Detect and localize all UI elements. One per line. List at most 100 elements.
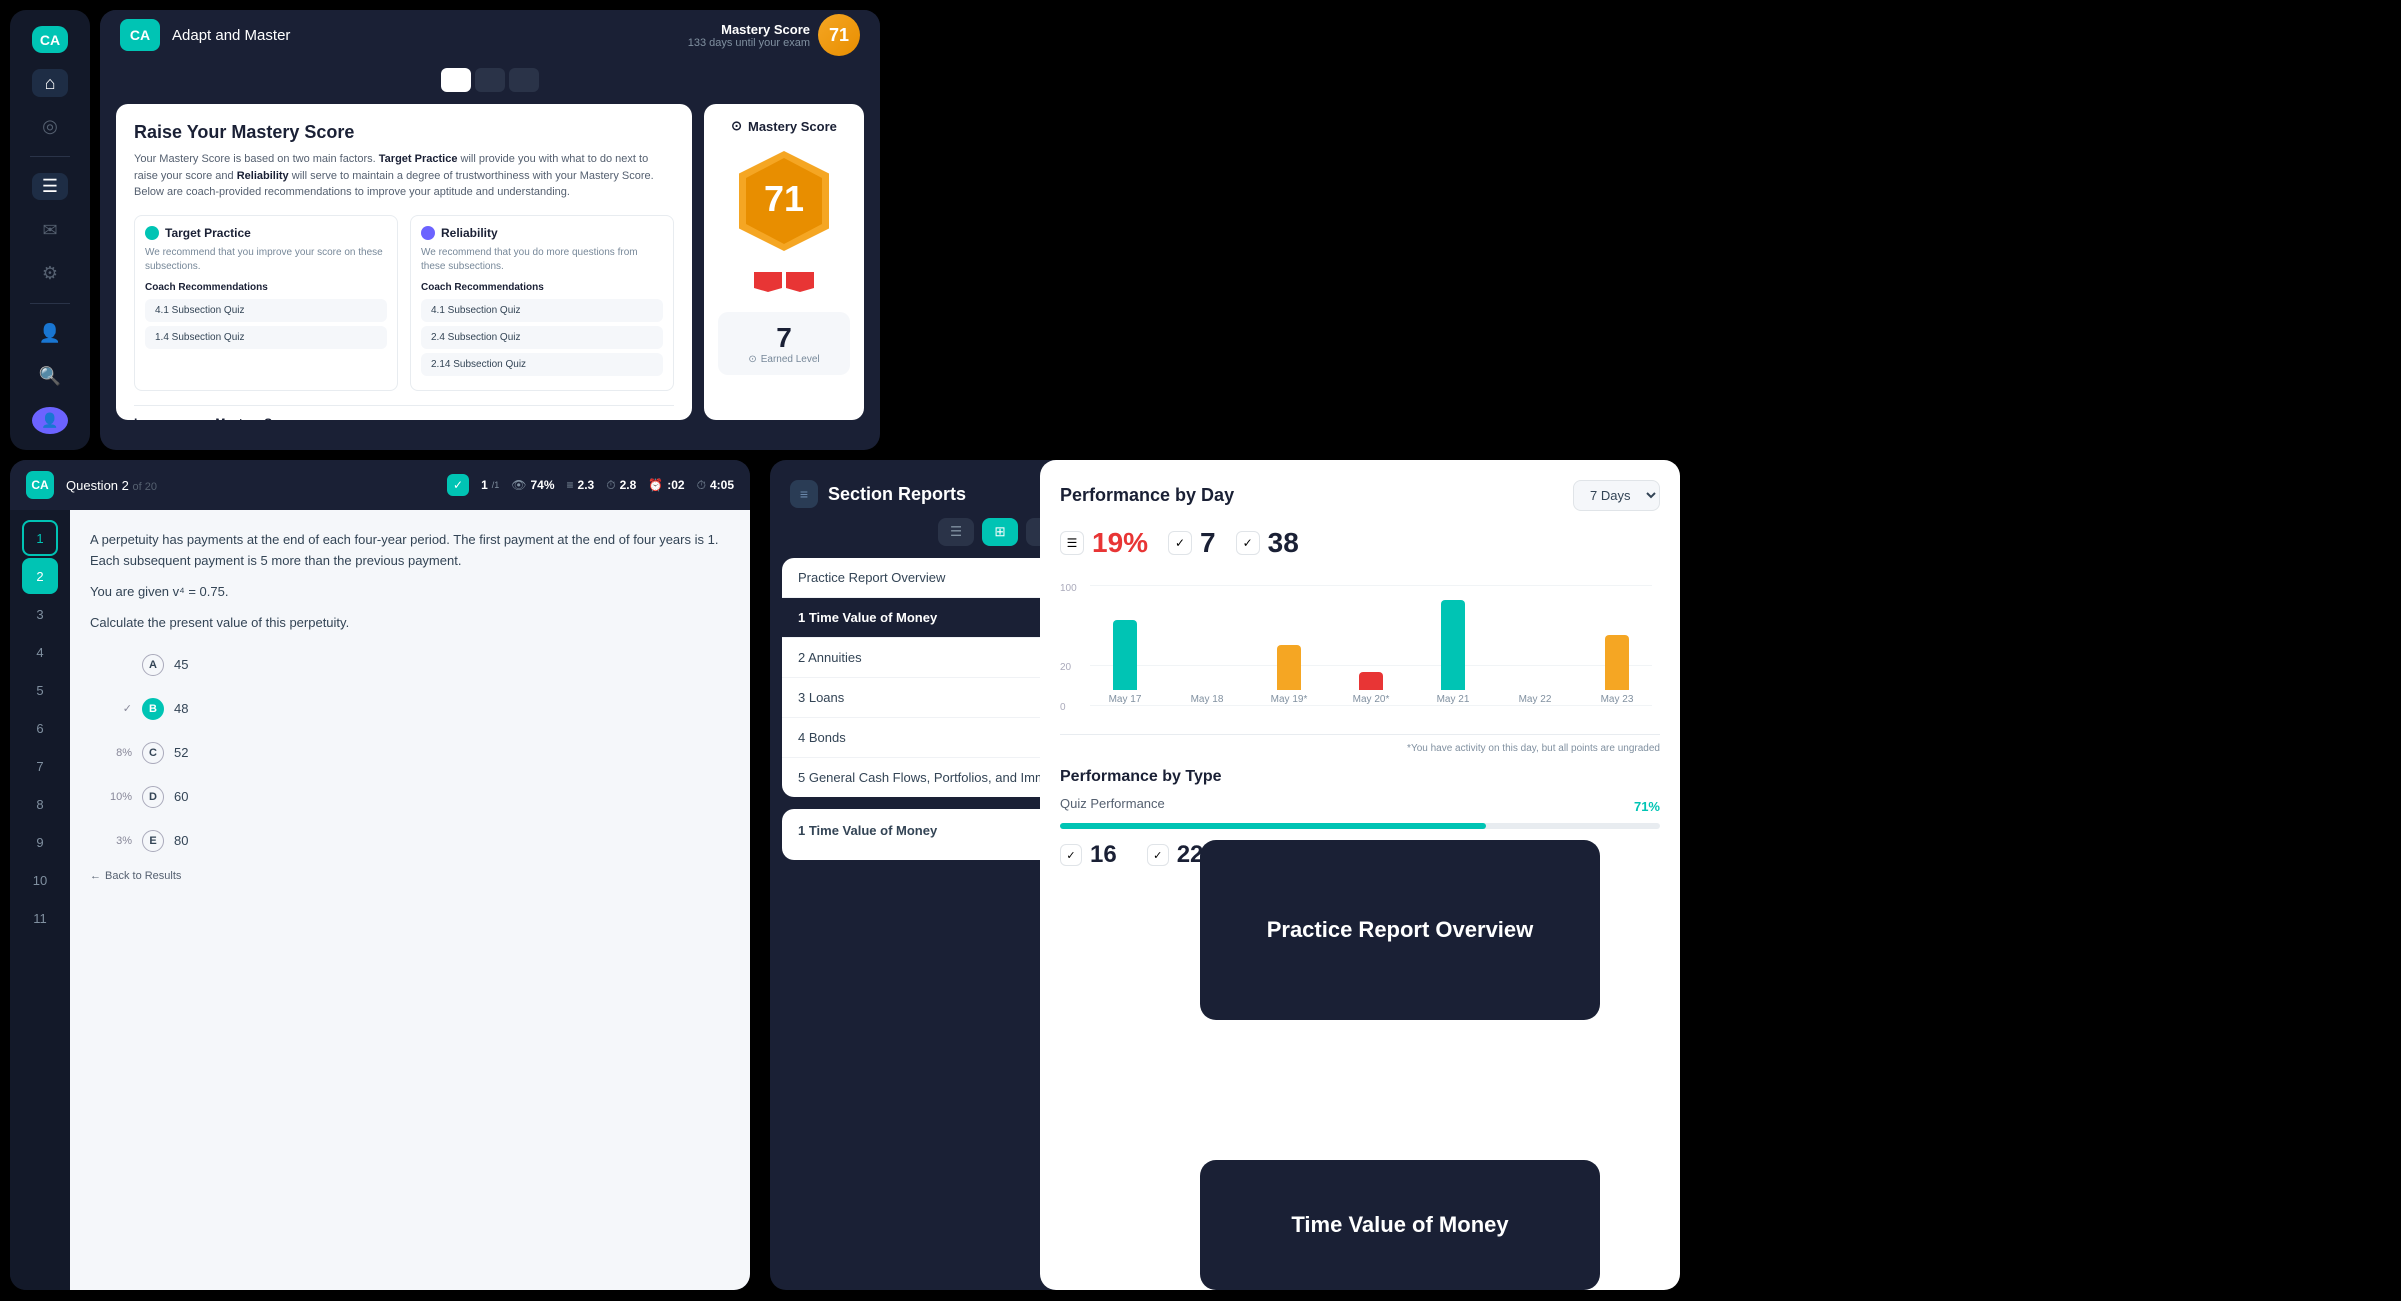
pro-title: Practice Report Overview — [1267, 917, 1534, 943]
ans-label-A: A — [142, 654, 164, 676]
question-ask: Calculate the present value of this perp… — [90, 615, 730, 630]
answer-D[interactable]: 10% D 60 — [90, 778, 730, 816]
target-item-2[interactable]: 1.4 Subsection Quiz — [145, 326, 387, 349]
reliability-item-3[interactable]: 2.14 Subsection Quiz — [421, 353, 663, 376]
question-sub: of 20 — [133, 481, 157, 493]
question-number-sidebar: 1 2 3 4 5 6 7 8 9 10 11 — [10, 510, 70, 1290]
earned-level-icon: ⊙ — [748, 354, 756, 365]
sr-tab-2[interactable]: ⊞ — [982, 518, 1018, 546]
pbs-icon-1: ✓ — [1060, 844, 1082, 866]
target-item-1[interactable]: 4.1 Subsection Quiz — [145, 299, 387, 322]
sidebar-location-icon[interactable]: ◎ — [32, 113, 68, 140]
bar-may20-label: May 20* — [1353, 694, 1390, 705]
q-num-6[interactable]: 6 — [22, 710, 58, 746]
q-num-10[interactable]: 10 — [22, 862, 58, 898]
q-num-1[interactable]: 1 — [22, 520, 58, 556]
raise-title: Raise Your Mastery Score — [134, 122, 674, 143]
bar-may17: May 17 — [1090, 620, 1160, 705]
answer-A[interactable]: A 45 — [90, 646, 730, 684]
bar-may19: May 19* — [1254, 645, 1324, 705]
ans-label-B: B — [142, 698, 164, 720]
mastery-score-sub: 133 days until your exam — [688, 37, 810, 49]
reliability-label: Reliability — [441, 226, 498, 240]
bar-may17-label: May 17 — [1109, 694, 1142, 705]
mastery-score-label: Mastery Score — [688, 22, 810, 37]
reliability-desc: We recommend that you do more questions … — [421, 246, 663, 274]
q-num-7[interactable]: 7 — [22, 748, 58, 784]
stat-fraction: 1/1 — [481, 478, 499, 492]
pbs-val-1: 16 — [1090, 841, 1117, 869]
q-num-9[interactable]: 9 — [22, 824, 58, 860]
q-num-11[interactable]: 11 — [22, 900, 58, 936]
y-label-20: 20 — [1060, 662, 1071, 673]
reliability-item-1[interactable]: 4.1 Subsection Quiz — [421, 299, 663, 322]
y-label-0: 0 — [1060, 702, 1066, 713]
sidebar-home-icon[interactable]: ⌂ — [32, 69, 68, 96]
reliability-item-2[interactable]: 2.4 Subsection Quiz — [421, 326, 663, 349]
adapt-titlebar: CA Adapt and Master Mastery Score 133 da… — [100, 10, 880, 60]
q-num-4[interactable]: 4 — [22, 634, 58, 670]
adapt-title: Adapt and Master — [172, 27, 290, 44]
adapt-content: Raise Your Mastery Score Your Mastery Sc… — [100, 92, 880, 432]
increase-section: Increase your Mastery Score Resume Your … — [134, 405, 674, 421]
chart-note: *You have activity on this day, but all … — [1060, 743, 1660, 754]
sidebar-book-icon[interactable]: ☰ — [32, 173, 68, 200]
sidebar-divider-2 — [30, 303, 70, 304]
y-label-100: 100 — [1060, 583, 1077, 594]
q-num-3[interactable]: 3 — [22, 596, 58, 632]
raise-desc: Your Mastery Score is based on two main … — [134, 151, 674, 201]
sidebar-user-icon[interactable]: 👤 — [32, 320, 68, 347]
sidebar-divider-1 — [30, 156, 70, 157]
question-titlebar: CA Question 2 of 20 ✓ 1/1 👁74% ≡2.3 ⏱2.8… — [10, 460, 750, 510]
sr-tab-1[interactable]: ☰ — [938, 518, 974, 546]
time-value-window: Time Value of Money — [1200, 1160, 1600, 1290]
perf-stat-3-value: 38 — [1268, 527, 1299, 559]
back-to-results[interactable]: ← Back to Results — [90, 870, 730, 882]
sidebar-settings-icon[interactable]: ⚙ — [32, 260, 68, 287]
pbs-2: ✓ 22 — [1147, 841, 1204, 869]
stat-book: ≡2.3 — [567, 478, 595, 492]
sidebar-chat-icon[interactable]: ✉ — [32, 216, 68, 243]
ans-label-C: C — [142, 742, 164, 764]
stat-icon-2: ✓ — [1168, 531, 1192, 555]
answer-C[interactable]: 8% C 52 — [90, 734, 730, 772]
q-brand: CA — [26, 471, 54, 499]
mastery-score-header: Mastery Score 133 days until your exam 7… — [688, 14, 860, 56]
target-practice-label: Target Practice — [165, 226, 251, 240]
chart-area: 100 20 0 May 17 May 18 May 19* May — [1060, 575, 1660, 735]
check-badge: ✓ — [447, 474, 469, 496]
bar-may19-label: May 19* — [1271, 694, 1308, 705]
adapt-tab-1[interactable] — [441, 68, 471, 92]
stat-eye: 👁74% — [511, 478, 554, 492]
sr-header-icon: ≡ — [790, 480, 818, 508]
sidebar-avatar[interactable]: 👤 — [32, 407, 68, 434]
quiz-progress-bar-container — [1060, 823, 1660, 829]
adapt-brand: CA — [120, 19, 160, 51]
q-num-8[interactable]: 8 — [22, 786, 58, 822]
adapt-tab-3[interactable] — [509, 68, 539, 92]
increase-title: Increase your Mastery Score — [134, 416, 674, 421]
days-select[interactable]: 7 Days — [1573, 480, 1660, 511]
stat-clock: ⏱2.8 — [606, 478, 636, 493]
sidebar-search-icon[interactable]: 🔍 — [32, 363, 68, 390]
answer-E[interactable]: 3% E 80 — [90, 822, 730, 860]
recommendations: Target Practice We recommend that you im… — [134, 215, 674, 391]
bar-may20-fill — [1359, 672, 1383, 690]
stat-timer: ⏱4:05 — [697, 478, 734, 493]
mastery-ribbon — [744, 272, 824, 292]
chart-bars: May 17 May 18 May 19* May 20* May 21 — [1090, 575, 1660, 705]
answer-B[interactable]: ✓ B 48 — [90, 690, 730, 728]
q-num-5[interactable]: 5 — [22, 672, 58, 708]
tvm-title: Time Value of Money — [1291, 1212, 1508, 1238]
perf-stat-2-value: 7 — [1200, 527, 1216, 559]
question-text: A perpetuity has payments at the end of … — [90, 530, 730, 572]
adapt-tab-2[interactable] — [475, 68, 505, 92]
practice-report-overview-window: Practice Report Overview — [1200, 840, 1600, 1020]
pbs-icon-2: ✓ — [1147, 844, 1169, 866]
q-num-2[interactable]: 2 — [22, 558, 58, 594]
bar-may18-label: May 18 — [1191, 694, 1224, 705]
question-stats: ✓ 1/1 👁74% ≡2.3 ⏱2.8 ⏰:02 ⏱4:05 — [447, 474, 734, 496]
target-practice-box: Target Practice We recommend that you im… — [134, 215, 398, 391]
earned-level-label: ⊙ Earned Level — [734, 354, 834, 365]
target-icon — [145, 226, 159, 240]
